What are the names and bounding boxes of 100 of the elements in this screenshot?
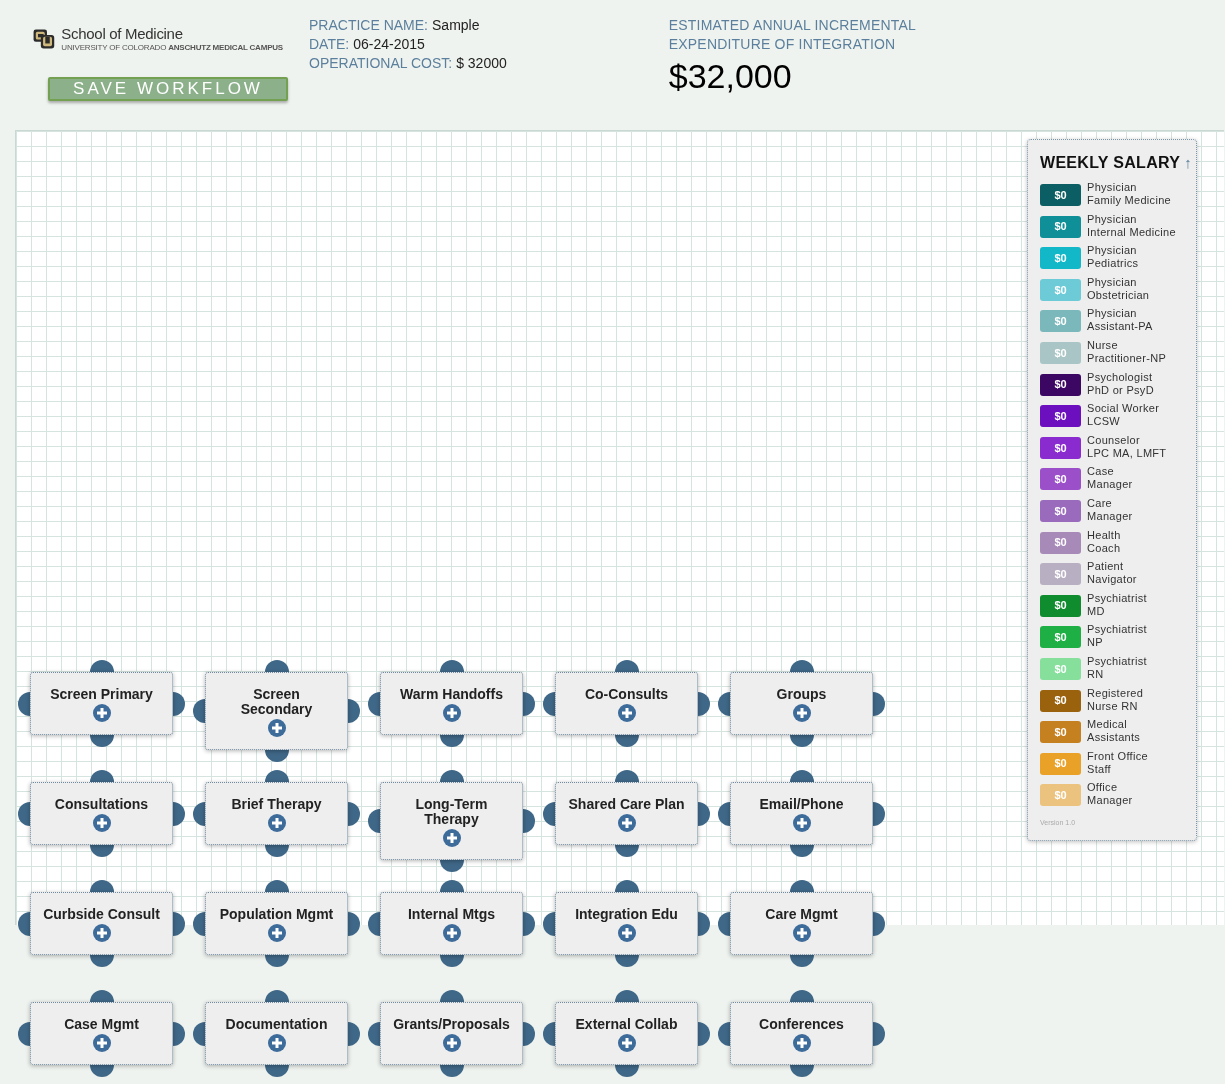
salary-badge[interactable]: $0 — [1040, 215, 1081, 238]
connector-handle[interactable] — [614, 955, 639, 967]
connector-handle[interactable] — [439, 955, 464, 967]
estimate-amount: $32,000 — [668, 56, 793, 96]
activity-card[interactable]: Screen Primary — [30, 672, 173, 735]
activity-card[interactable]: Consultations — [30, 782, 173, 845]
role-label: Psychiatrist MD — [1087, 591, 1147, 618]
connector-handle[interactable] — [264, 955, 289, 967]
connector-handle[interactable] — [439, 990, 464, 1002]
connector-handle[interactable] — [718, 1021, 730, 1046]
connector-handle[interactable] — [264, 1065, 289, 1077]
role-label: Physician Internal Medicine — [1087, 212, 1176, 239]
activity-card[interactable]: Integration Edu — [555, 892, 698, 955]
role-label: Physician Assistant-PA — [1087, 307, 1153, 334]
activity-card[interactable]: Curbside Consult — [30, 892, 173, 955]
role-label: Registered Nurse RN — [1087, 686, 1144, 713]
activity-label: Population Mgmt — [219, 907, 334, 922]
plus-icon[interactable] — [442, 704, 461, 722]
activity-card[interactable]: Groups — [730, 672, 873, 735]
role-label: Physician Pediatrics — [1087, 244, 1139, 271]
plus-icon[interactable] — [617, 814, 636, 832]
activity-card[interactable]: Population Mgmt — [205, 892, 348, 955]
plus-icon[interactable] — [267, 1034, 286, 1052]
plus-icon[interactable] — [617, 1034, 636, 1052]
sort-arrow[interactable]: ↑ — [1184, 151, 1192, 175]
plus-icon[interactable] — [92, 704, 111, 722]
activity-label: Consultations — [54, 797, 149, 812]
connector-handle[interactable] — [614, 1065, 639, 1077]
connector-handle[interactable] — [368, 1021, 380, 1046]
activity-label: Internal Mtgs — [407, 907, 496, 922]
plus-icon[interactable] — [792, 814, 811, 832]
role-label: Office Manager — [1087, 781, 1133, 808]
connector-handle[interactable] — [193, 1021, 205, 1046]
connector-handle[interactable] — [614, 990, 639, 1002]
activity-label: Long-Term Therapy — [415, 797, 488, 827]
plus-icon[interactable] — [617, 704, 636, 722]
connector-handle[interactable] — [18, 1021, 30, 1046]
activity-card[interactable]: Email/Phone — [730, 782, 873, 845]
salary-badge[interactable]: $0 — [1040, 499, 1081, 522]
plus-icon[interactable] — [792, 924, 811, 942]
connector-handle[interactable] — [873, 1021, 885, 1046]
estimate-label: ESTIMATED ANNUAL INCREMENTAL EXPENDITURE OF INTEGRATION — [668, 16, 916, 54]
activity-label: Care Mgmt — [765, 907, 838, 922]
activity-card[interactable]: External Collab — [555, 1002, 698, 1065]
connector-handle[interactable] — [698, 1021, 710, 1046]
plus-icon[interactable] — [442, 829, 461, 847]
role-label: Nurse Practitioner-NP — [1087, 338, 1167, 365]
activity-card[interactable]: Documentation — [205, 1002, 348, 1065]
activity-card[interactable]: Brief Therapy — [205, 782, 348, 845]
salary-badge[interactable]: $0 — [1040, 689, 1081, 712]
connector-handle[interactable] — [89, 955, 114, 967]
plus-icon[interactable] — [442, 924, 461, 942]
salary-badge[interactable]: $0 — [1040, 405, 1081, 428]
plus-icon[interactable] — [92, 1034, 111, 1052]
campus-name: UNIVERSITY OF COLORADO ANSCHUTZ MEDICAL CAMPUS — [61, 42, 283, 53]
activity-card[interactable]: Shared Care Plan — [555, 782, 698, 845]
activity-card[interactable]: Long-Term Therapy — [380, 782, 523, 860]
salary-badge[interactable]: $0 — [1040, 184, 1081, 206]
plus-icon[interactable] — [617, 924, 636, 942]
plus-icon[interactable] — [442, 1034, 461, 1052]
plus-icon[interactable] — [792, 704, 811, 722]
connector-handle[interactable] — [348, 1021, 360, 1046]
plus-icon[interactable] — [792, 1034, 811, 1052]
role-label: Front Office Staff — [1087, 749, 1148, 776]
role-label: Health Coach — [1087, 528, 1121, 555]
plus-icon[interactable] — [267, 719, 286, 737]
activity-card[interactable]: Case Mgmt — [30, 1002, 173, 1065]
activity-card[interactable]: Warm Handoffs — [380, 672, 523, 735]
salary-badge[interactable]: $0 — [1040, 436, 1081, 459]
activity-card[interactable]: Co-Consults — [555, 672, 698, 735]
activity-card[interactable]: Internal Mtgs — [380, 892, 523, 955]
connector-handle[interactable] — [89, 1065, 114, 1077]
salary-badge[interactable]: $0 — [1040, 468, 1081, 491]
activity-label: Email/Phone — [759, 797, 844, 812]
activity-card[interactable]: Conferences — [730, 1002, 873, 1065]
activity-label: Grants/Proposals — [393, 1017, 510, 1032]
connector-handle[interactable] — [173, 1021, 185, 1046]
connector-handle[interactable] — [523, 1021, 535, 1046]
connector-handle[interactable] — [789, 1065, 814, 1077]
plus-icon[interactable] — [267, 924, 286, 942]
plus-icon[interactable] — [267, 814, 286, 832]
connector-handle[interactable] — [89, 990, 114, 1002]
connector-handle[interactable] — [789, 955, 814, 967]
role-label: Psychologist PhD or PsyD — [1087, 370, 1154, 397]
info-label: PRACTICE NAME: — [309, 16, 428, 35]
connector-handle[interactable] — [264, 990, 289, 1002]
activity-card[interactable]: Care Mgmt — [730, 892, 873, 955]
connector-handle[interactable] — [789, 990, 814, 1002]
connector-handle[interactable] — [439, 1065, 464, 1077]
activity-label: Curbside Consult — [43, 907, 160, 922]
activity-card[interactable]: Screen Secondary — [205, 672, 348, 750]
role-label: Physician Family Medicine — [1087, 181, 1171, 207]
activity-card[interactable]: Grants/Proposals — [380, 1002, 523, 1065]
plus-icon[interactable] — [92, 814, 111, 832]
salary-badge[interactable]: $0 — [1040, 594, 1081, 617]
salary-badge[interactable]: $0 — [1040, 373, 1081, 396]
connector-handle[interactable] — [543, 1021, 555, 1046]
role-label: Care Manager — [1087, 496, 1133, 523]
plus-icon[interactable] — [92, 924, 111, 942]
activity-label: Conferences — [759, 1017, 844, 1032]
